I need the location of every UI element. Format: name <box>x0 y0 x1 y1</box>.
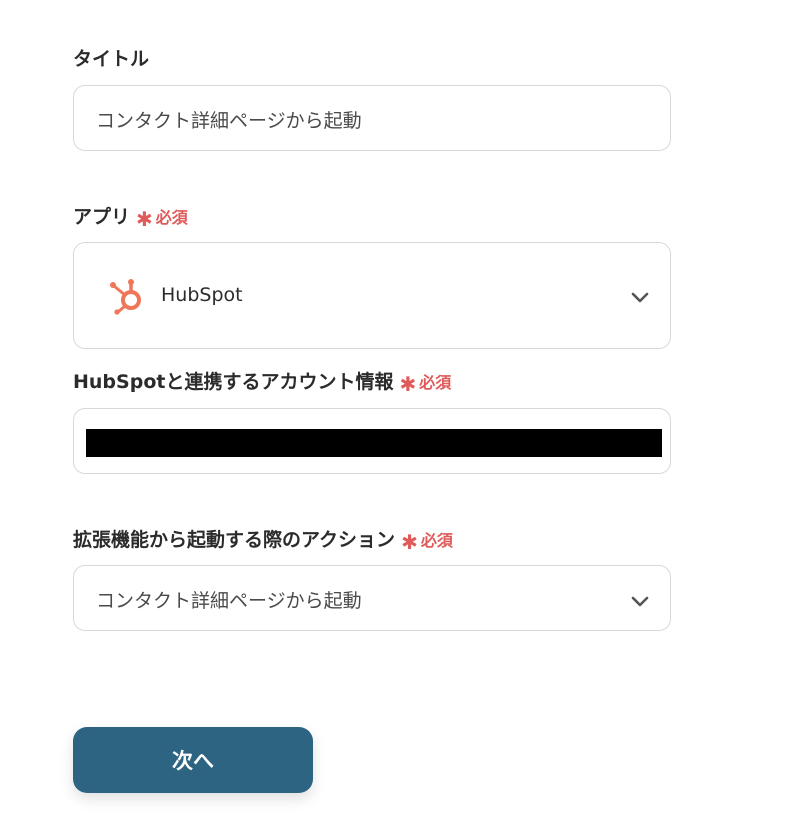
title-label: タイトル <box>73 44 149 71</box>
hubspot-icon <box>108 277 144 315</box>
required-asterisk-icon: ✱ <box>136 206 153 231</box>
action-select-value: コンタクト詳細ページから起動 <box>96 590 362 612</box>
chevron-down-icon[interactable] <box>630 593 650 607</box>
app-select[interactable]: HubSpot <box>73 242 671 349</box>
account-select[interactable] <box>73 408 671 474</box>
action-select[interactable]: コンタクト詳細ページから起動 <box>73 565 671 631</box>
required-asterisk-icon: ✱ <box>399 371 417 396</box>
app-label: アプリ ✱ 必須 <box>73 202 188 229</box>
required-text: 必須 <box>419 372 452 392</box>
title-input[interactable]: コンタクト詳細ページから起動 <box>73 85 671 151</box>
title-label-text: タイトル <box>73 48 150 70</box>
redacted-account-value <box>86 429 662 457</box>
required-badge: ✱ 必須 <box>136 204 188 231</box>
required-badge: ✱ 必須 <box>399 369 452 396</box>
account-label: HubSpotと連携するアカウント情報 ✱ 必須 <box>73 367 451 394</box>
required-text: 必須 <box>420 530 453 550</box>
required-badge: ✱ 必須 <box>401 527 453 554</box>
next-button[interactable]: 次へ <box>73 727 313 793</box>
app-select-value: HubSpot <box>161 284 243 306</box>
action-label: 拡張機能から起動する際のアクション ✱ 必須 <box>73 525 453 552</box>
title-input-value: コンタクト詳細ページから起動 <box>96 110 362 132</box>
required-text: 必須 <box>155 207 188 227</box>
account-label-text: HubSpotと連携するアカウント情報 <box>73 371 394 393</box>
action-label-text: 拡張機能から起動する際のアクション <box>73 529 396 551</box>
app-label-text: アプリ <box>73 206 131 228</box>
required-asterisk-icon: ✱ <box>401 529 418 554</box>
chevron-down-icon[interactable] <box>630 289 650 303</box>
